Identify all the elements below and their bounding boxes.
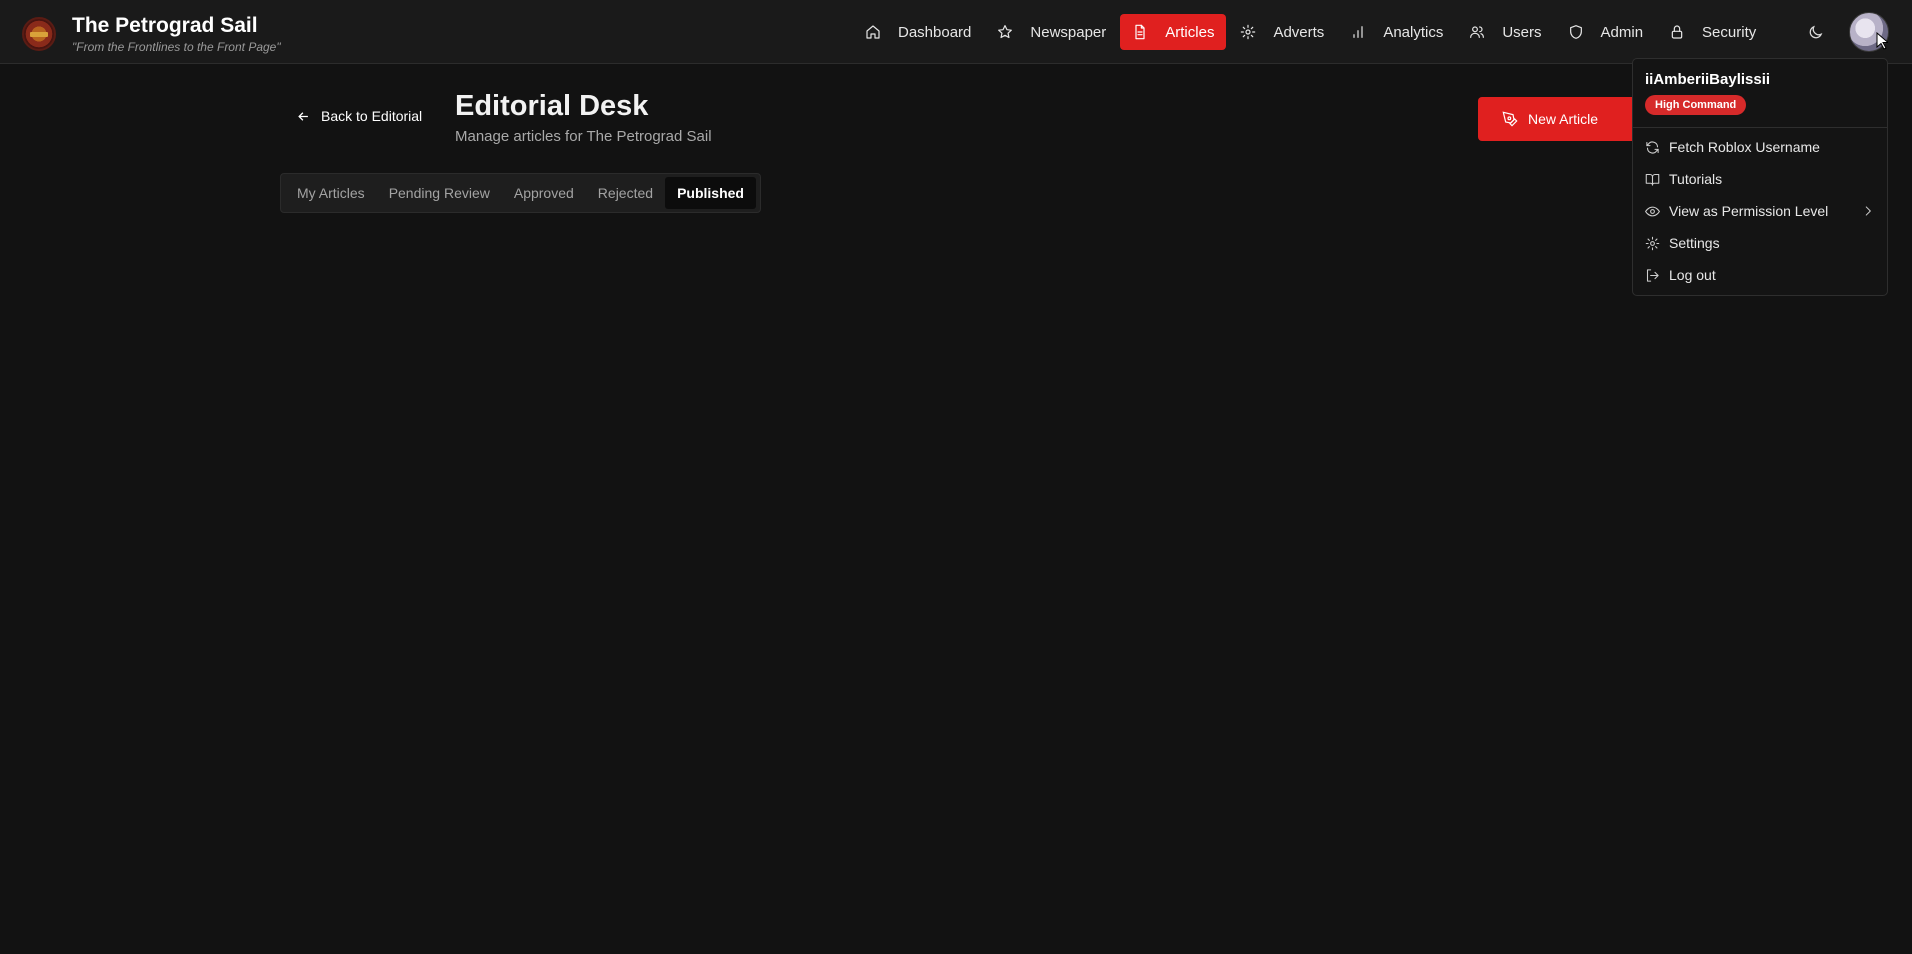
top-navigation-bar: The Petrograd Sail "From the Frontlines …: [0, 0, 1912, 64]
back-to-editorial-link[interactable]: Back to Editorial: [296, 108, 422, 124]
nav-item-label: Articles: [1165, 23, 1215, 41]
gear-icon: [1645, 236, 1660, 250]
back-link-label: Back to Editorial: [321, 108, 423, 124]
menu-item-tutorials[interactable]: Tutorials: [1637, 165, 1883, 193]
new-article-label: New Article: [1528, 111, 1599, 127]
pen-tool-icon: [1502, 111, 1518, 127]
menu-item-view-as-permission-level[interactable]: View as Permission Level: [1637, 197, 1883, 225]
nav-item-label: Users: [1502, 23, 1542, 41]
nav-item-label: Security: [1702, 23, 1757, 41]
menu-item-label: Tutorials: [1669, 171, 1723, 187]
nav-item-adverts[interactable]: Adverts: [1228, 14, 1336, 50]
mouse-cursor-icon: [1876, 32, 1888, 50]
star-icon: [997, 24, 1013, 40]
tab-approved[interactable]: Approved: [502, 177, 586, 209]
nav-item-label: Newspaper: [1030, 23, 1107, 41]
theme-toggle-button[interactable]: [1804, 21, 1826, 43]
role-badge: High Command: [1645, 95, 1747, 115]
nav-item-label: Adverts: [1273, 23, 1325, 41]
tab-rejected[interactable]: Rejected: [586, 177, 665, 209]
brand-tagline: "From the Frontlines to the Front Page": [72, 40, 281, 54]
new-article-button[interactable]: New Article: [1478, 97, 1638, 141]
tab-published[interactable]: Published: [665, 177, 756, 209]
page-title: Editorial Desk: [455, 90, 649, 122]
user-menu-username: iiAmberiiBaylissii: [1645, 71, 1771, 88]
nav-item-newspaper[interactable]: Newspaper: [985, 14, 1118, 50]
file-text-icon: [1132, 24, 1148, 40]
eye-icon: [1645, 206, 1660, 216]
menu-item-label: View as Permission Level: [1669, 203, 1829, 219]
newspaper-logo-icon: [22, 17, 56, 51]
nav-item-label: Analytics: [1383, 23, 1444, 41]
bar-chart-icon: [1350, 24, 1366, 40]
nav-item-analytics[interactable]: Analytics: [1338, 14, 1455, 50]
brand[interactable]: The Petrograd Sail "From the Frontlines …: [22, 14, 281, 54]
moon-icon: [1809, 25, 1822, 38]
nav-item-security[interactable]: Security: [1657, 14, 1768, 50]
book-icon: [1645, 173, 1660, 186]
nav-item-label: Admin: [1600, 23, 1644, 41]
tab-pending-review[interactable]: Pending Review: [377, 177, 502, 209]
menu-item-fetch-roblox-username[interactable]: Fetch Roblox Username: [1637, 133, 1883, 161]
menu-divider: [1633, 127, 1887, 128]
lock-icon: [1669, 24, 1685, 40]
tab-my-articles[interactable]: My Articles: [285, 177, 377, 209]
user-menu-dropdown: iiAmberiiBaylissii High Command Fetch Ro…: [1632, 58, 1888, 296]
nav-item-admin[interactable]: Admin: [1556, 14, 1656, 50]
nav-item-dashboard[interactable]: Dashboard: [853, 14, 983, 50]
menu-item-settings[interactable]: Settings: [1637, 229, 1883, 257]
arrow-left-icon: [298, 111, 308, 121]
menu-item-label: Log out: [1669, 267, 1716, 283]
menu-item-label: Fetch Roblox Username: [1669, 139, 1820, 155]
nav-item-articles[interactable]: Articles: [1120, 14, 1227, 50]
nav-item-users[interactable]: Users: [1457, 14, 1553, 50]
menu-item-log-out[interactable]: Log out: [1637, 261, 1883, 289]
page-subtitle: Manage articles for The Petrograd Sail: [455, 128, 712, 145]
logout-icon: [1646, 268, 1659, 282]
home-icon: [865, 24, 881, 40]
brand-text: The Petrograd Sail "From the Frontlines …: [72, 14, 281, 54]
shield-icon: [1568, 24, 1584, 40]
menu-item-label: Settings: [1669, 235, 1720, 251]
chevron-right-icon: [1865, 206, 1871, 216]
gear-icon: [1240, 24, 1256, 40]
main-nav: Dashboard Newspaper Articles Adverts Ana…: [853, 14, 1770, 50]
article-status-tabs: My Articles Pending Review Approved Reje…: [280, 173, 761, 213]
brand-title: The Petrograd Sail: [72, 14, 258, 37]
refresh-icon: [1646, 140, 1659, 154]
nav-item-label: Dashboard: [898, 23, 972, 41]
users-icon: [1469, 24, 1485, 40]
